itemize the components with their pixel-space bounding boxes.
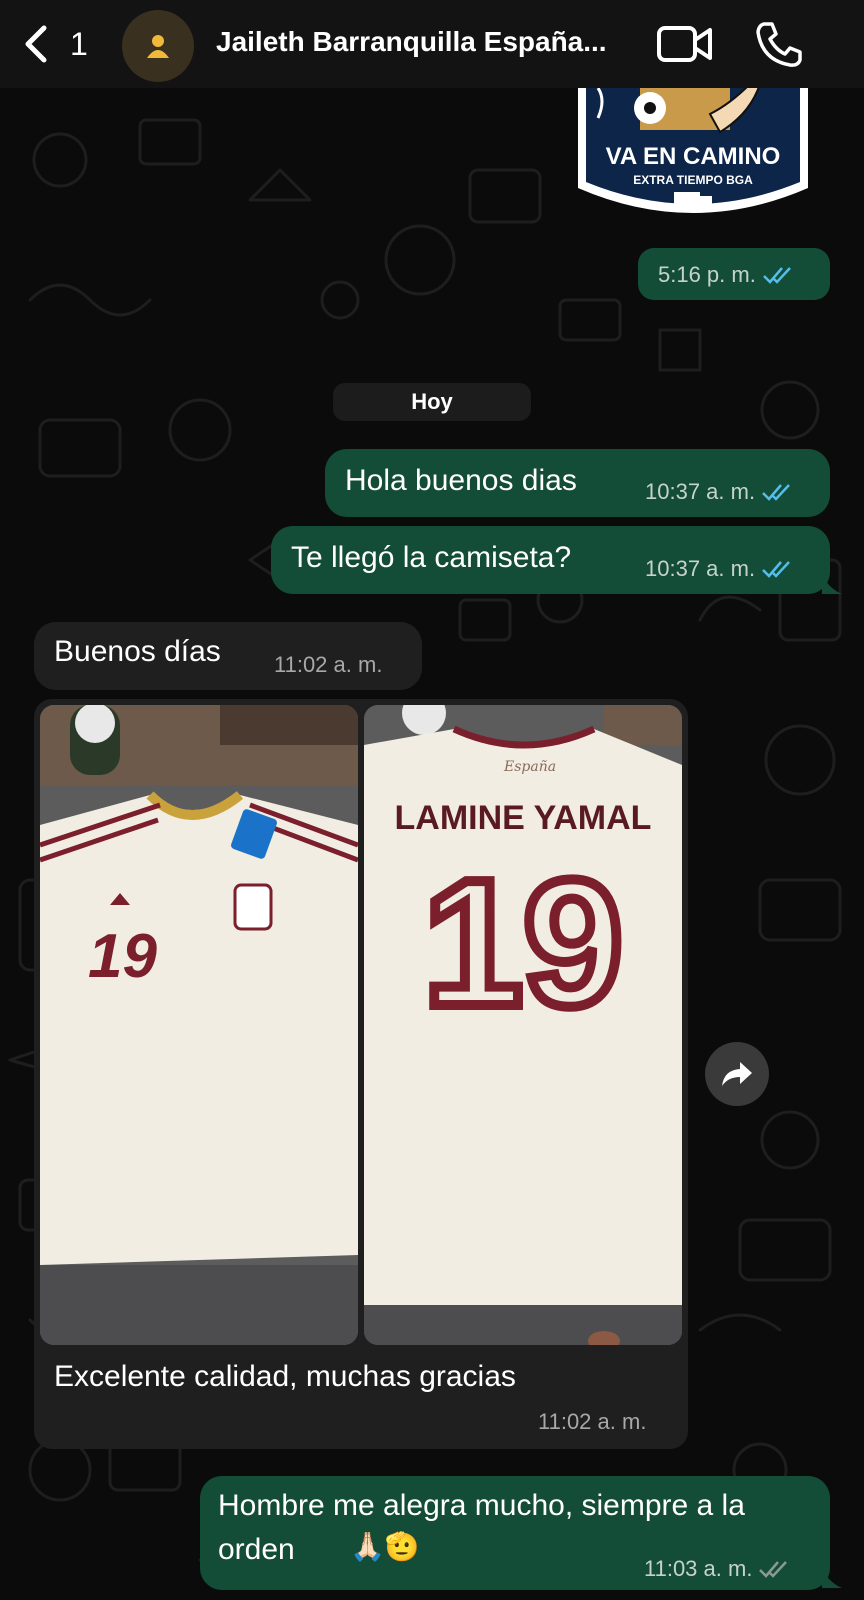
message-time: 10:37 a. m.	[645, 479, 756, 504]
message-bubble-outgoing[interactable]: Te llegó la camiseta? 10:37 a. m.	[271, 526, 830, 594]
photo-front-number: 19	[88, 922, 157, 991]
sticker-va-en-camino[interactable]: VA EN CAMINO EXTRA TIEMPO BGA	[570, 78, 816, 234]
forward-button[interactable]	[705, 1042, 769, 1106]
sticker-line1: VA EN CAMINO	[606, 143, 781, 170]
message-text: Excelente calidad, muchas gracias	[54, 1360, 516, 1393]
message-bubble-outgoing[interactable]: Hola buenos dias 10:37 a. m.	[325, 449, 830, 517]
double-check-icon	[762, 561, 790, 578]
double-check-icon	[762, 484, 790, 501]
person-icon	[147, 35, 169, 58]
back-chevron-icon	[25, 25, 47, 63]
message-emoji: 🙏🏻🫡	[350, 1530, 420, 1563]
message-text: Te llegó la camiseta?	[291, 541, 572, 574]
sticker-line2: EXTRA TIEMPO BGA	[633, 173, 753, 187]
photo-back-script: España	[503, 759, 556, 775]
message-bubble-incoming[interactable]: Buenos días 11:02 a. m.	[34, 622, 422, 690]
message-time: 11:02 a. m.	[274, 652, 383, 677]
message-time: 11:03 a. m.	[644, 1556, 753, 1581]
photo-jersey-back[interactable]: España LAMINE YAMAL 19	[364, 705, 682, 1345]
forward-icon	[722, 1062, 752, 1086]
photo-jersey-front[interactable]: 19	[40, 705, 358, 1345]
message-text: Hola buenos dias	[345, 464, 577, 497]
avatar[interactable]	[122, 10, 194, 82]
message-bubble-outgoing[interactable]: Hombre me alegra mucho, siempre a la ord…	[200, 1476, 830, 1590]
video-call-icon	[657, 26, 712, 62]
message-time: 10:37 a. m.	[645, 556, 756, 581]
chat-header: 1 Jaileth Barranquilla España...	[0, 0, 864, 88]
double-check-icon	[759, 1561, 788, 1578]
photo-back-number: 19	[423, 843, 623, 1044]
sticker-timestamp-bubble: 5:16 p. m.	[638, 248, 830, 300]
day-separator: Hoy	[333, 383, 531, 421]
message-time: 11:02 a. m.	[538, 1409, 647, 1434]
voice-call-button[interactable]	[754, 20, 804, 68]
back-button[interactable]: 1	[22, 22, 102, 66]
message-bubble-incoming-media[interactable]: 19 España LAMINE YAMAL 19 Excelente cali…	[34, 699, 688, 1449]
contact-name[interactable]: Jaileth Barranquilla España...	[216, 26, 636, 58]
message-time: 5:16 p. m.	[658, 262, 756, 287]
unread-count: 1	[70, 25, 88, 62]
photo-back-name: LAMINE YAMAL	[395, 799, 652, 837]
phone-icon	[756, 22, 802, 67]
message-text: Buenos días	[54, 635, 221, 668]
video-call-button[interactable]	[656, 22, 714, 66]
double-check-icon	[762, 267, 791, 284]
